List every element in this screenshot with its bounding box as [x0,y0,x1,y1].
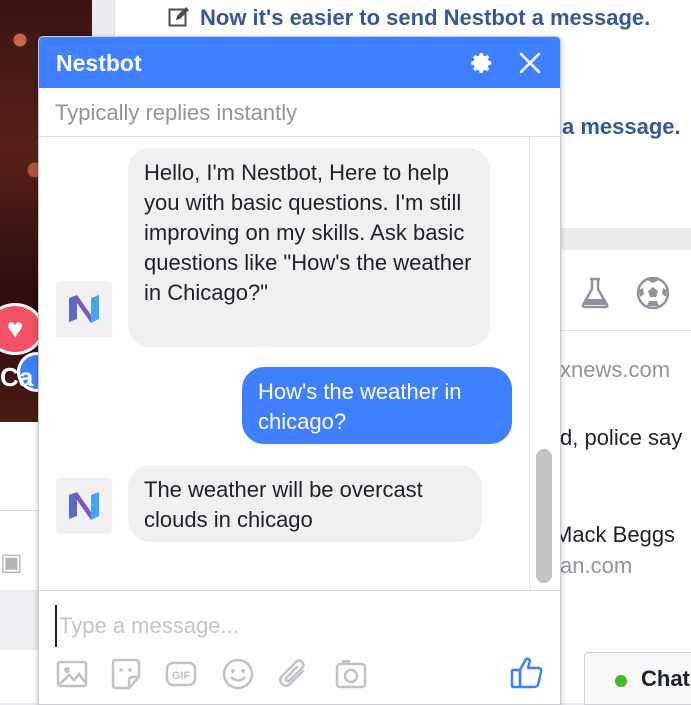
send-message-link[interactable]: Now it's easier to send Nestbot a messag… [168,5,650,31]
headline-text: Now it's easier to send Nestbot a messag… [200,5,651,30]
message-bubble-bot: The weather will be overcast clouds in c… [128,465,482,542]
message-bubble-bot: Hello, I'm Nestbot, Here to help you wit… [128,148,490,347]
svg-text:GIF: GIF [172,670,191,682]
edit-icon [168,7,189,27]
chat-sidebar-tab[interactable]: Chat [584,652,691,705]
chat-status-bar: Typically replies instantly [39,88,560,137]
emoji-icon[interactable] [221,657,255,691]
attachment-icon[interactable] [277,657,311,691]
chat-tab-label: Chat [641,666,690,691]
flask-icon[interactable] [580,277,610,309]
gif-icon[interactable]: GIF [164,657,198,691]
bot-avatar[interactable] [56,478,112,534]
chat-header[interactable]: Nestbot [39,37,560,88]
nestbot-logo-icon [69,492,99,520]
response-time-text: Typically replies instantly [55,100,298,125]
send-message-link-2[interactable]: a message. [562,114,681,140]
gear-icon[interactable] [470,51,494,75]
close-icon[interactable] [518,51,542,75]
nestbot-logo-icon [69,295,99,323]
divider [560,330,691,331]
camera-icon: ▣ [0,549,23,576]
news-snippet[interactable]: d, police say [560,425,682,451]
chat-title[interactable]: Nestbot [56,50,142,77]
message-composer: GIF [39,590,560,704]
like-icon[interactable] [509,655,545,691]
news-source-2: an.com [560,553,633,578]
overlay-text: Ca [0,362,34,392]
bot-avatar[interactable] [56,281,112,337]
left-strip [0,590,40,650]
news-source: xnews.com [560,357,671,382]
soccer-ball-icon[interactable] [636,276,670,310]
online-status-dot [615,675,627,687]
scrollbar-thumb[interactable] [536,449,552,583]
camera-icon[interactable] [334,657,368,691]
sticker-icon[interactable] [109,657,143,691]
news-snippet-2[interactable]: Mack Beggs [554,522,675,548]
message-bubble-user: How's the weather in chicago? [242,367,512,444]
image-icon[interactable] [55,657,89,691]
message-input[interactable] [55,605,521,647]
messenger-chat-window: Nestbot Typically replies instantly Hell… [38,36,561,705]
